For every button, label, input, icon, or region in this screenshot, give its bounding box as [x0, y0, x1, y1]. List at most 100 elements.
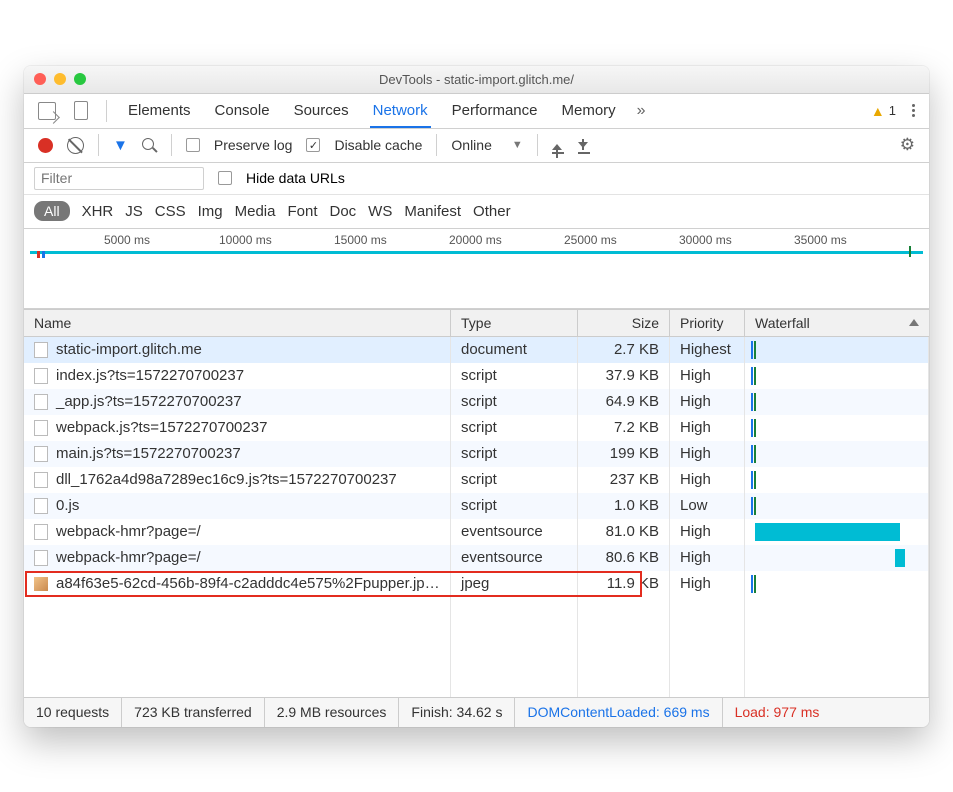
request-row[interactable]: a84f63e5-62cd-456b-89f4-c2adddc4e575%2Fp… — [24, 571, 929, 597]
type-filter-ws[interactable]: WS — [368, 203, 392, 220]
tab-elements[interactable]: Elements — [125, 94, 194, 128]
cell-priority: High — [670, 467, 745, 493]
tab-console[interactable]: Console — [212, 94, 273, 128]
type-filter-all[interactable]: All — [34, 201, 70, 221]
type-filter-doc[interactable]: Doc — [329, 203, 356, 220]
record-icon[interactable] — [38, 138, 53, 153]
request-row[interactable]: webpack-hmr?page=/eventsource80.6 KBHigh — [24, 545, 929, 571]
filter-icon[interactable]: ▼ — [113, 137, 128, 154]
timeline-overview[interactable]: 5000 ms 10000 ms 15000 ms 20000 ms 25000… — [24, 229, 929, 309]
inspect-element-icon[interactable] — [38, 102, 56, 120]
cell-waterfall — [745, 545, 929, 571]
cell-waterfall — [745, 389, 929, 415]
type-filter-other[interactable]: Other — [473, 203, 511, 220]
more-tabs-icon[interactable]: » — [637, 102, 646, 120]
file-icon — [34, 550, 48, 566]
cell-waterfall — [745, 415, 929, 441]
filter-input[interactable] — [34, 167, 204, 190]
col-name[interactable]: Name — [24, 310, 451, 336]
waterfall-tick — [754, 575, 756, 593]
timeline-marker — [37, 251, 40, 258]
cell-name: static-import.glitch.me — [24, 337, 451, 363]
tab-sources[interactable]: Sources — [291, 94, 352, 128]
waterfall-tick — [754, 471, 756, 489]
request-row[interactable]: main.js?ts=1572270700237script199 KBHigh — [24, 441, 929, 467]
device-toggle-icon[interactable] — [74, 101, 88, 120]
tab-network[interactable]: Network — [370, 94, 431, 128]
cell-type: eventsource — [451, 519, 578, 545]
menu-kebab-icon[interactable] — [912, 104, 915, 117]
disable-cache-checkbox[interactable] — [306, 138, 320, 152]
cell-priority: High — [670, 441, 745, 467]
throttle-select[interactable]: Online ▼ — [451, 137, 522, 153]
status-load: Load: 977 ms — [723, 698, 832, 727]
cell-waterfall — [745, 337, 929, 363]
waterfall-tick — [754, 445, 756, 463]
timeline-tick: 10000 ms — [219, 233, 272, 247]
file-icon — [34, 524, 48, 540]
type-filter-img[interactable]: Img — [198, 203, 223, 220]
timeline-bar — [30, 251, 923, 254]
type-filter-media[interactable]: Media — [235, 203, 276, 220]
filter-row: Hide data URLs — [24, 163, 929, 195]
waterfall-tick — [751, 393, 753, 411]
request-row[interactable]: 0.jsscript1.0 KBLow — [24, 493, 929, 519]
type-filter-css[interactable]: CSS — [155, 203, 186, 220]
cell-type: script — [451, 493, 578, 519]
separator — [171, 134, 172, 156]
waterfall-tick — [754, 367, 756, 385]
tab-memory[interactable]: Memory — [559, 94, 619, 128]
col-size[interactable]: Size — [578, 310, 670, 336]
separator — [106, 100, 107, 122]
timeline-tick: 5000 ms — [104, 233, 150, 247]
status-resources: 2.9 MB resources — [265, 698, 400, 727]
search-icon[interactable] — [142, 138, 157, 153]
main-tabs: Elements Console Sources Network Perform… — [24, 94, 929, 129]
request-row[interactable]: index.js?ts=1572270700237script37.9 KBHi… — [24, 363, 929, 389]
titlebar: DevTools - static-import.glitch.me/ — [24, 66, 929, 94]
waterfall-tick — [751, 419, 753, 437]
cell-size: 81.0 KB — [578, 519, 670, 545]
warning-count: 1 — [889, 103, 896, 118]
type-filter-manifest[interactable]: Manifest — [404, 203, 461, 220]
waterfall-tick — [751, 341, 753, 359]
waterfall-bar — [895, 549, 905, 567]
hide-data-urls-checkbox[interactable] — [218, 171, 232, 185]
cell-name: _app.js?ts=1572270700237 — [24, 389, 451, 415]
cell-size: 199 KB — [578, 441, 670, 467]
clear-icon[interactable] — [67, 137, 84, 154]
request-row[interactable]: dll_1762a4d98a7289ec16c9.js?ts=157227070… — [24, 467, 929, 493]
type-filter-font[interactable]: Font — [287, 203, 317, 220]
tab-performance[interactable]: Performance — [449, 94, 541, 128]
col-type[interactable]: Type — [451, 310, 578, 336]
request-row[interactable]: _app.js?ts=1572270700237script64.9 KBHig… — [24, 389, 929, 415]
cell-priority: High — [670, 389, 745, 415]
sort-ascending-icon — [909, 319, 919, 326]
type-filter-js[interactable]: JS — [125, 203, 143, 220]
cell-name: index.js?ts=1572270700237 — [24, 363, 451, 389]
col-priority[interactable]: Priority — [670, 310, 745, 336]
preserve-log-checkbox[interactable] — [186, 138, 200, 152]
cell-size: 2.7 KB — [578, 337, 670, 363]
request-row[interactable]: webpack.js?ts=1572270700237script7.2 KBH… — [24, 415, 929, 441]
file-icon — [34, 446, 48, 462]
import-har-icon[interactable] — [552, 137, 564, 154]
type-filter-row: All XHR JS CSS Img Media Font Doc WS Man… — [24, 195, 929, 229]
type-filter-xhr[interactable]: XHR — [82, 203, 114, 220]
status-dcl: DOMContentLoaded: 669 ms — [515, 698, 722, 727]
request-row[interactable]: webpack-hmr?page=/eventsource81.0 KBHigh — [24, 519, 929, 545]
cell-waterfall — [745, 493, 929, 519]
devtools-window: DevTools - static-import.glitch.me/ Elem… — [24, 66, 929, 727]
cell-name: 0.js — [24, 493, 451, 519]
file-icon — [34, 394, 48, 410]
col-waterfall[interactable]: Waterfall — [745, 310, 929, 336]
warnings-badge[interactable]: ▲ 1 — [871, 103, 896, 119]
export-har-icon[interactable] — [578, 137, 590, 154]
separator — [537, 134, 538, 156]
cell-size: 80.6 KB — [578, 545, 670, 571]
settings-gear-icon[interactable]: ⚙ — [900, 135, 915, 155]
request-table: static-import.glitch.medocument2.7 KBHig… — [24, 337, 929, 597]
request-row[interactable]: static-import.glitch.medocument2.7 KBHig… — [24, 337, 929, 363]
hide-data-urls-label: Hide data URLs — [246, 170, 345, 186]
cell-priority: High — [670, 415, 745, 441]
